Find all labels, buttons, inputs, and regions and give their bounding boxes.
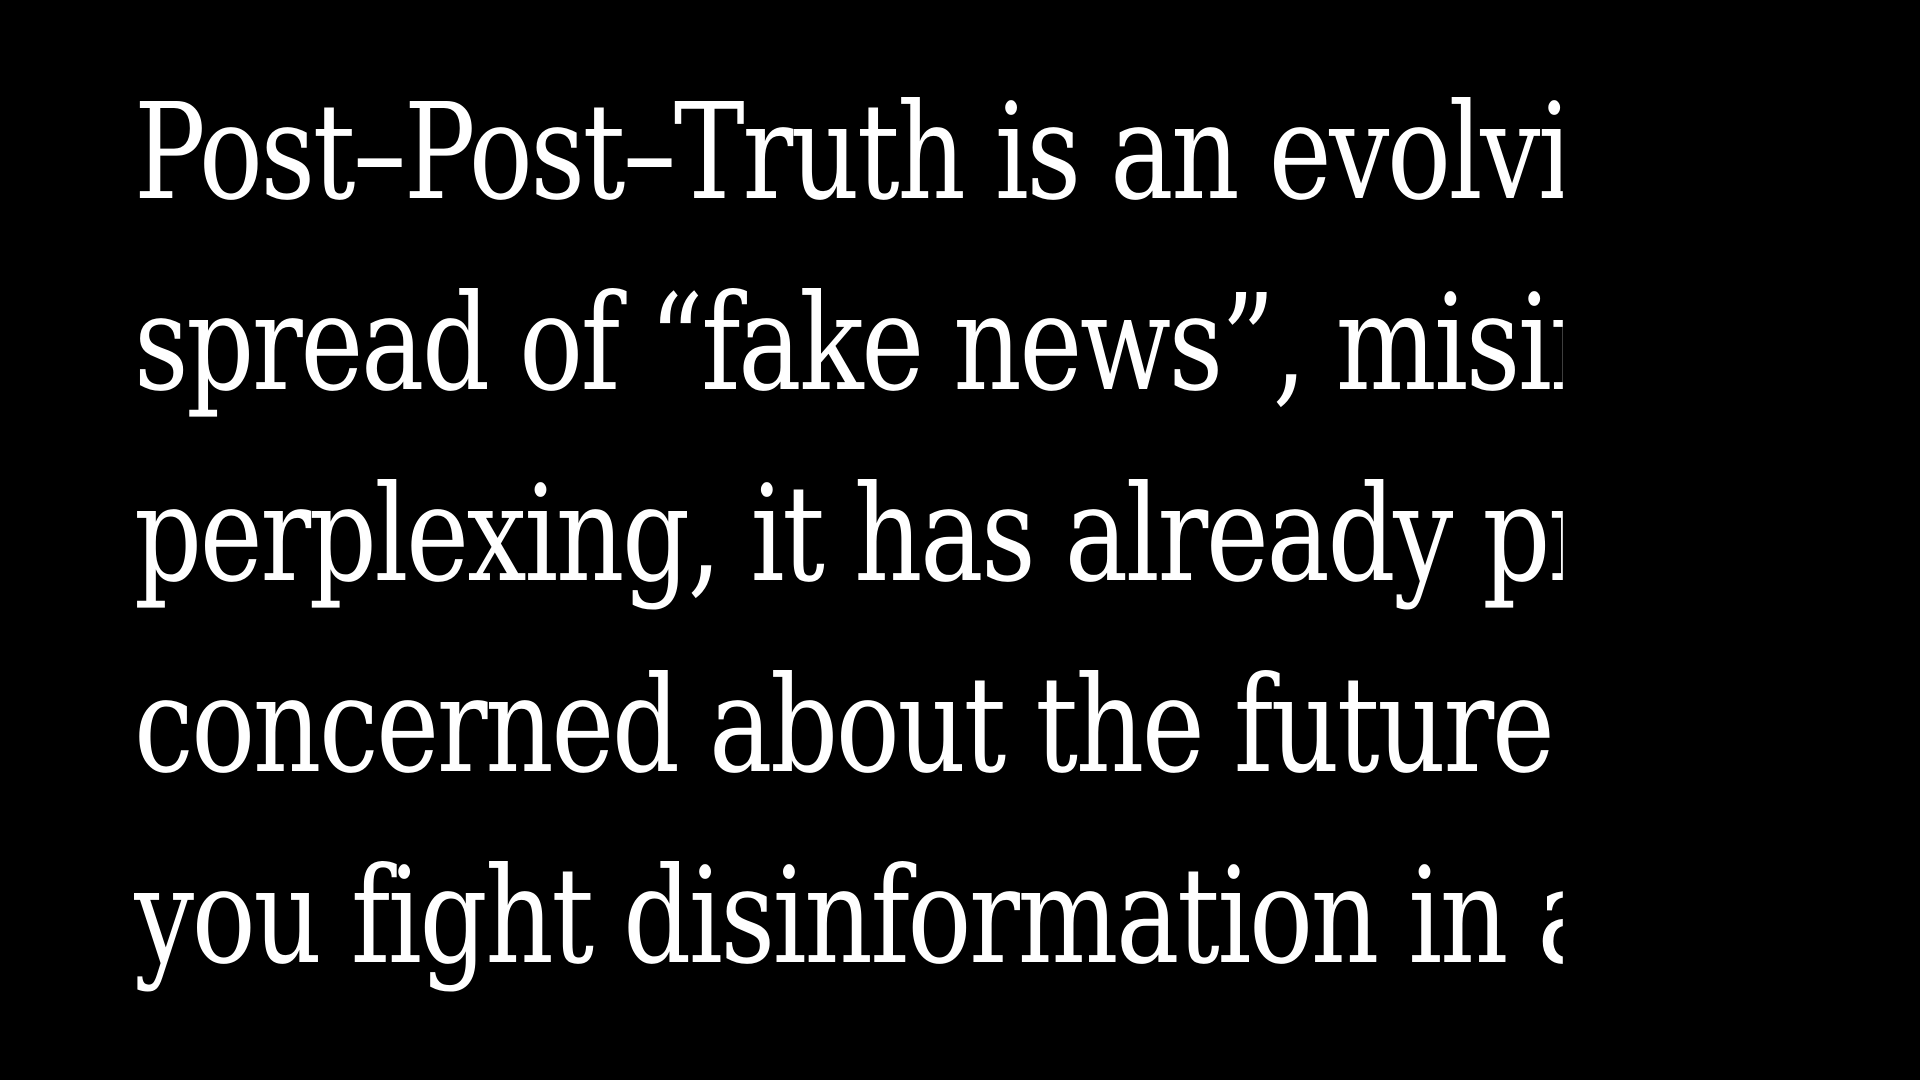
text-line-3: perplexing, it has already prove [134, 458, 1563, 612]
cropped-text-block: Post–Post–Truth is an evolving spread of… [134, 58, 1563, 1013]
text-line-1: Post–Post–Truth is an evolving [134, 76, 1563, 230]
text-slide: Post–Post–Truth is an evolving spread of… [0, 0, 1920, 1080]
text-line-2: spread of “fake news”, misinfor [134, 267, 1563, 421]
text-line-5: you fight disinformation in an [134, 840, 1563, 994]
text-line-4: concerned about the future of [134, 649, 1563, 803]
